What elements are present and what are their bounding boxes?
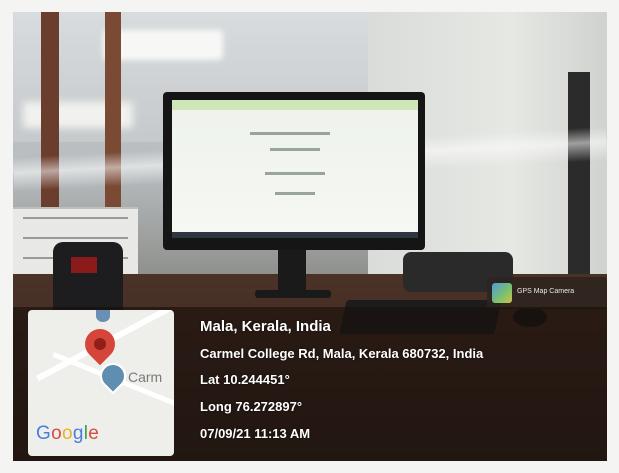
ceiling-light [103, 30, 223, 60]
screen-text-line [275, 192, 315, 195]
screen-taskbar [172, 232, 418, 238]
map-thumbnail: Carm Google [28, 310, 174, 456]
screen-text-line [270, 148, 320, 151]
monitor-screen [172, 100, 418, 238]
screen-text-line [250, 132, 330, 135]
location-address: Carmel College Rd, Mala, Kerala 680732, … [200, 346, 484, 361]
monitor-stand [278, 250, 306, 294]
location-pin-dot [94, 338, 106, 350]
google-logo: Google [36, 423, 100, 444]
map-place-label: Carm [128, 369, 163, 385]
map-marker-icon [96, 310, 110, 322]
cabinet-shelves [23, 217, 128, 219]
location-latitude: Lat 10.244451° [200, 372, 290, 387]
monitor-stand-base [255, 290, 331, 298]
speaker-display [71, 257, 97, 273]
screen-text-line [265, 172, 325, 175]
app-badge-label: GPS Map Camera [517, 288, 575, 295]
gps-map-camera-icon [492, 283, 512, 303]
photo-frame: GPS Map Camera Carm Google Mala, Kerala,… [0, 0, 619, 473]
location-datetime: 07/09/21 11:13 AM [200, 426, 311, 441]
location-city: Mala, Kerala, India [200, 318, 331, 335]
screen-header-bar [172, 100, 418, 110]
location-longitude: Long 76.272897° [200, 399, 303, 414]
